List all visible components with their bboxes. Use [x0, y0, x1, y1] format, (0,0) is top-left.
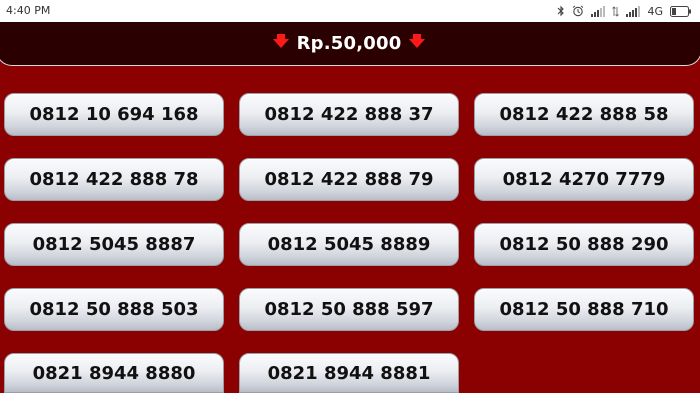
phone-number-button[interactable]: 0812 5045 8887 — [4, 223, 224, 266]
phone-number-button[interactable]: 0812 422 888 58 — [474, 93, 694, 136]
status-time: 4:40 PM — [6, 4, 51, 17]
status-bar: 4:40 PM 4G — [0, 0, 700, 22]
down-arrow-icon — [409, 33, 426, 49]
status-icons: 4G — [557, 3, 692, 19]
phone-number-button[interactable]: 0812 50 888 290 — [474, 223, 694, 266]
phone-number-button[interactable]: 0821 8944 8881 — [239, 353, 459, 393]
phone-number-button[interactable]: 0812 422 888 37 — [239, 93, 459, 136]
phone-number-button[interactable]: 0812 422 888 79 — [239, 158, 459, 201]
data-arrows-icon — [612, 5, 620, 17]
phone-number-button[interactable]: 0812 5045 8889 — [239, 223, 459, 266]
phone-number-button[interactable]: 0812 50 888 710 — [474, 288, 694, 331]
network-type-label: 4G — [647, 4, 663, 18]
down-arrow-icon — [272, 33, 289, 49]
phone-number-button[interactable]: 0821 8944 8880 — [4, 353, 224, 393]
signal-icon — [591, 5, 606, 17]
phone-number-button[interactable]: 0812 4270 7779 — [474, 158, 694, 201]
signal-icon — [626, 5, 641, 17]
phone-number-button[interactable]: 0812 422 888 78 — [4, 158, 224, 201]
phone-number-button[interactable]: 0812 50 888 597 — [239, 288, 459, 331]
battery-icon — [670, 5, 692, 17]
bluetooth-icon — [557, 5, 565, 17]
phone-number-button[interactable]: 0812 10 694 168 — [4, 93, 224, 136]
alarm-icon — [572, 5, 584, 17]
price-header: Rp.50,000 — [0, 22, 700, 66]
phone-number-button[interactable]: 0812 50 888 503 — [4, 288, 224, 331]
price-label: Rp.50,000 — [296, 33, 402, 54]
